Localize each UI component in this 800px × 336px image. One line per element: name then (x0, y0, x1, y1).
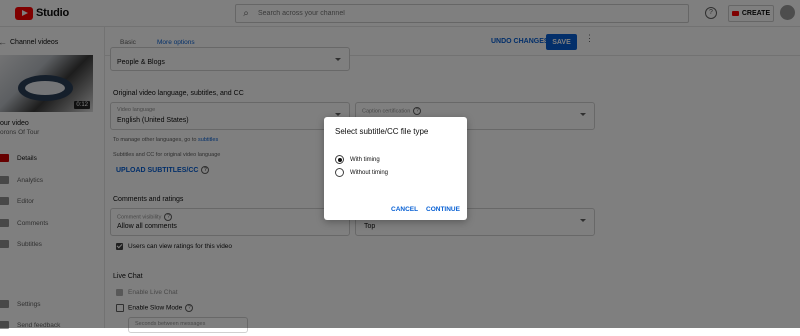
radio-button[interactable] (335, 168, 344, 177)
continue-button[interactable]: CONTINUE (426, 206, 460, 213)
cancel-button[interactable]: CANCEL (391, 206, 418, 213)
subtitle-file-type-dialog: Select subtitle/CC file type With timing… (324, 117, 467, 220)
radio-without-timing[interactable]: Without timing (335, 168, 388, 177)
radio-label: With timing (350, 156, 380, 163)
dialog-title: Select subtitle/CC file type (335, 127, 429, 136)
radio-button[interactable] (335, 155, 344, 164)
radio-with-timing[interactable]: With timing (335, 155, 380, 164)
radio-label: Without timing (350, 169, 389, 176)
